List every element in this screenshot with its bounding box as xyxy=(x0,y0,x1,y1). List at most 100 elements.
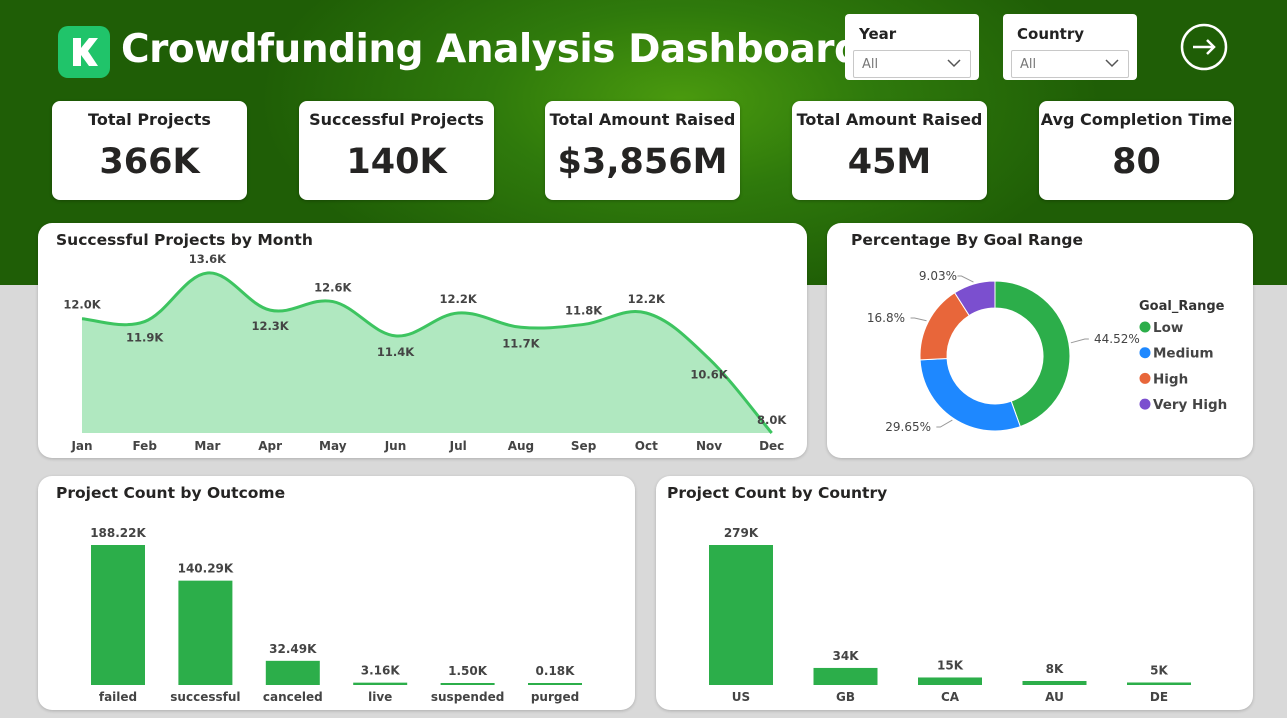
x-tick-label: Feb xyxy=(132,439,157,453)
kpi-value: 140K xyxy=(346,142,447,182)
area-fill xyxy=(82,272,772,433)
leader-line xyxy=(957,275,974,283)
bar xyxy=(528,683,582,685)
data-label: 11.8K xyxy=(565,303,603,317)
data-label: 11.7K xyxy=(502,336,540,350)
data-label: 15K xyxy=(937,658,964,672)
x-tick-label: Aug xyxy=(508,439,534,453)
data-label: 140.29K xyxy=(178,562,234,576)
arrow-right-circle-icon[interactable] xyxy=(1180,23,1228,71)
x-tick-label: Dec xyxy=(759,439,784,453)
kpi-card-successful-projects: Successful Projects 140K xyxy=(299,101,494,200)
dashboard-title: Crowdfunding Analysis Dashboard xyxy=(121,27,862,72)
x-tick-label: Jan xyxy=(70,439,92,453)
kpi-label: Avg Completion Time xyxy=(1040,110,1233,129)
x-tick-label: CA xyxy=(941,690,960,704)
data-label: 10.6K xyxy=(690,368,728,382)
outcome-chart-card: Project Count by Outcome 188.22K failed 14… xyxy=(38,476,635,710)
leader-line xyxy=(910,317,927,322)
country-slicer: Country All xyxy=(1003,14,1137,80)
country-chart-card: Project Count by Country 279K US 34K GB 15K C… xyxy=(656,476,1253,710)
monthly-chart-card: Successful Projects by Month 12.0K Jan 11.… xyxy=(38,223,807,458)
x-tick-label: Jun xyxy=(384,439,407,453)
data-label: 1.50K xyxy=(448,664,488,678)
x-tick-label: DE xyxy=(1150,690,1168,704)
legend-item: High xyxy=(1153,371,1188,387)
data-label: 279K xyxy=(724,526,759,540)
data-label: 12.2K xyxy=(628,292,666,306)
data-label: 188.22K xyxy=(90,526,146,540)
legend-item: Low xyxy=(1153,320,1183,336)
kickstarter-k-icon xyxy=(58,26,110,78)
data-label: 12.2K xyxy=(440,292,478,306)
year-dropdown[interactable]: All xyxy=(853,50,971,78)
legend-item: Very High xyxy=(1153,397,1227,413)
leader-line xyxy=(1070,338,1089,344)
pie-slice xyxy=(919,357,1021,432)
country-slicer-label: Country xyxy=(1017,25,1085,43)
slice-label: 29.65% xyxy=(885,420,931,434)
data-label: 11.9K xyxy=(126,331,164,345)
kpi-value: 80 xyxy=(1112,142,1161,182)
bar xyxy=(1127,682,1191,685)
year-slicer-label: Year xyxy=(859,25,897,43)
kpi-card-total-projects: Total Projects 366K xyxy=(52,101,247,200)
bar xyxy=(178,580,233,685)
bar xyxy=(813,667,878,685)
country-dropdown-value: All xyxy=(1020,57,1037,72)
data-label: 3.16K xyxy=(361,664,401,678)
slice-label: 9.03% xyxy=(919,269,957,283)
data-label: 34K xyxy=(833,649,860,663)
outcome-bar-chart: 188.22K failed 140.29K successful 32.49K canc… xyxy=(90,526,582,704)
year-dropdown-value: All xyxy=(862,57,879,72)
slice-label: 44.52% xyxy=(1094,332,1140,346)
data-label: 8.0K xyxy=(757,413,787,427)
data-label: 8K xyxy=(1046,662,1064,676)
legend-marker xyxy=(1139,372,1151,384)
kpi-value: 45M xyxy=(847,142,932,182)
x-tick-label: Apr xyxy=(258,439,282,453)
kpi-value: $3,856M xyxy=(557,142,728,182)
x-tick-label: live xyxy=(368,690,392,704)
data-label: 12.0K xyxy=(63,298,101,312)
donut-chart: 44.52% 29.65% 16.8% 9.03% Goal_Range Low Mediu… xyxy=(867,269,1227,434)
legend-marker xyxy=(1139,347,1151,359)
kpi-card-total-amount-raised-2: Total Amount Raised 45M xyxy=(792,101,987,200)
data-label: 12.6K xyxy=(314,281,352,295)
bar xyxy=(709,545,773,685)
bar xyxy=(1022,680,1087,685)
country-bar-chart: 279K US 34K GB 15K CA 8K AU 5K DE xyxy=(709,526,1191,704)
bar xyxy=(440,683,495,685)
x-tick-label: Sep xyxy=(571,439,597,453)
x-tick-label: failed xyxy=(99,690,137,704)
data-label: 32.49K xyxy=(269,642,317,656)
kpi-label: Total Amount Raised xyxy=(549,110,736,129)
country-dropdown[interactable]: All xyxy=(1011,50,1129,78)
x-tick-label: May xyxy=(319,439,347,453)
legend-item: Medium xyxy=(1153,346,1214,362)
legend-marker xyxy=(1139,321,1151,333)
x-tick-label: US xyxy=(732,690,750,704)
x-tick-label: Mar xyxy=(194,439,220,453)
data-label: 0.18K xyxy=(536,664,576,678)
kpi-label: Successful Projects xyxy=(309,110,484,129)
x-tick-label: AU xyxy=(1045,690,1064,704)
kpi-label: Total Amount Raised xyxy=(796,110,983,129)
x-tick-label: suspended xyxy=(431,690,504,704)
data-label: 5K xyxy=(1150,663,1168,677)
bar xyxy=(353,682,408,685)
kpi-card-total-amount-raised: Total Amount Raised $3,856M xyxy=(545,101,740,200)
chevron-down-icon xyxy=(1105,59,1119,68)
kpi-label: Total Projects xyxy=(88,110,211,129)
data-label: 12.3K xyxy=(251,319,289,333)
x-tick-label: successful xyxy=(170,690,240,704)
x-tick-label: Oct xyxy=(635,439,658,453)
area-chart: 12.0K Jan 11.9K Feb 13.6K Mar 12.3K Apr 12.6K May… xyxy=(63,252,787,453)
bar xyxy=(918,677,982,685)
x-tick-label: Jul xyxy=(449,439,467,453)
bar xyxy=(91,545,145,685)
kpi-value: 366K xyxy=(99,142,200,182)
year-slicer: Year All xyxy=(845,14,979,80)
bar xyxy=(265,660,320,685)
slice-label: 16.8% xyxy=(867,311,905,325)
